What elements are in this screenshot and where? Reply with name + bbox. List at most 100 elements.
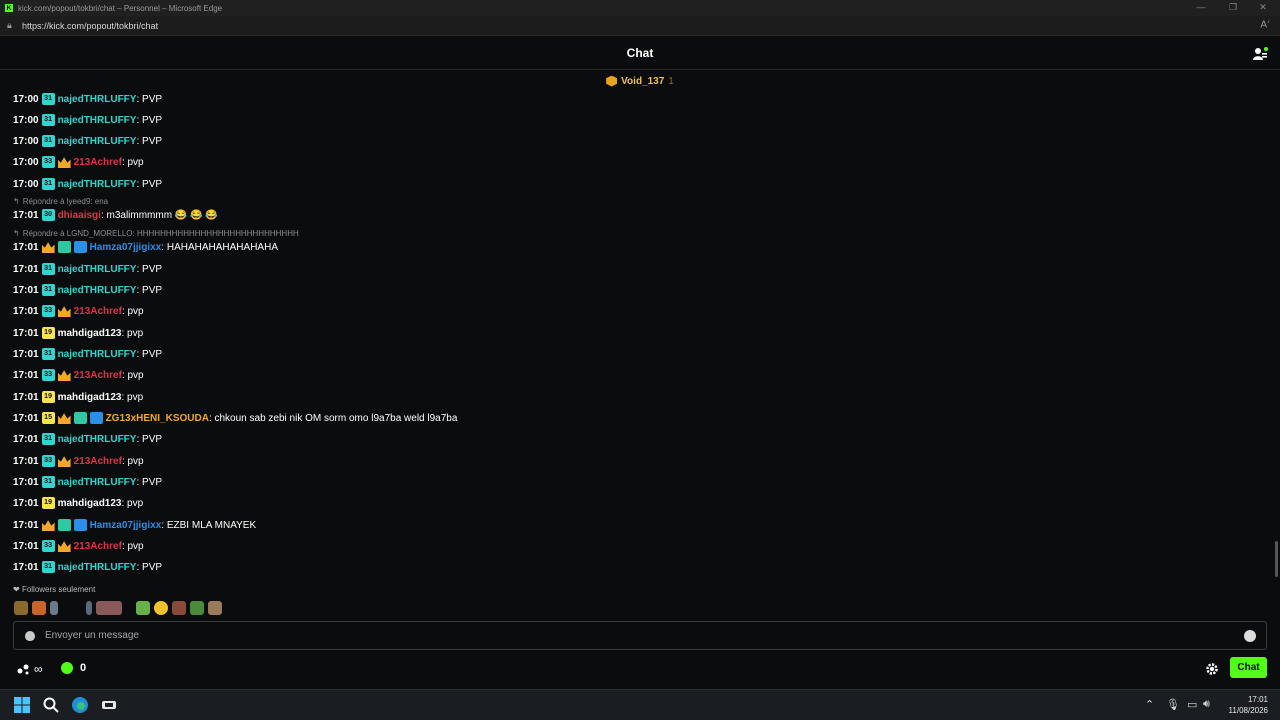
- emote-icon[interactable]: [32, 601, 46, 615]
- subscriber-badge-icon[interactable]: 31: [41, 284, 55, 296]
- network-icon[interactable]: ▭: [1187, 698, 1197, 711]
- crown-badge-icon[interactable]: [57, 541, 71, 552]
- crown-badge-icon[interactable]: [57, 157, 71, 168]
- emote-icon[interactable]: [172, 601, 186, 615]
- message-username[interactable]: Hamza07jjigixx: [90, 520, 162, 531]
- message-username[interactable]: mahdigad123: [58, 498, 122, 509]
- subscriber-badge-icon[interactable]: 31: [41, 348, 55, 360]
- message-username[interactable]: najedTHRLUFFY: [58, 434, 137, 445]
- subscriber-badge-icon[interactable]: 31: [41, 178, 55, 190]
- chat-messages[interactable]: 17:00 31 najedTHRLUFFY : PVP 17:00 31 na…: [0, 91, 1272, 579]
- message-username[interactable]: mahdigad123: [58, 392, 122, 403]
- subscriber-badge-icon[interactable]: 33: [41, 540, 55, 552]
- reply-reference[interactable]: ↰ Répondre à lyeed9: ena: [13, 197, 108, 206]
- url-text[interactable]: https://kick.com/popout/tokbri/chat: [22, 21, 158, 31]
- message-username[interactable]: Hamza07jjigixx: [90, 242, 162, 253]
- og-badge-icon[interactable]: [73, 412, 87, 424]
- message-username[interactable]: najedTHRLUFFY: [58, 285, 137, 296]
- address-bar[interactable]: 🔒︎ https://kick.com/popout/tokbri/chat A…: [0, 16, 1280, 36]
- message-username[interactable]: mahdigad123: [58, 328, 122, 339]
- subscriber-badge-icon[interactable]: 31: [41, 561, 55, 573]
- message-username[interactable]: najedTHRLUFFY: [58, 179, 137, 190]
- send-chat-button[interactable]: Chat: [1230, 657, 1267, 678]
- message-username[interactable]: najedTHRLUFFY: [58, 136, 137, 147]
- channel-points-infinity[interactable]: ∞: [17, 662, 43, 676]
- message-input[interactable]: [45, 630, 1244, 641]
- system-clock[interactable]: 17:01 11/08/2026: [1229, 694, 1268, 716]
- message-username[interactable]: najedTHRLUFFY: [58, 349, 137, 360]
- message-input-box[interactable]: [13, 621, 1267, 650]
- message-username[interactable]: najedTHRLUFFY: [58, 477, 137, 488]
- message-username[interactable]: najedTHRLUFFY: [58, 115, 137, 126]
- gear-icon[interactable]: [1205, 662, 1219, 676]
- top-gifter[interactable]: Void_137 1: [0, 71, 1280, 91]
- volume-icon[interactable]: 🔊︎: [1203, 698, 1210, 711]
- read-aloud-icon[interactable]: A♪: [1260, 19, 1270, 30]
- subscriber-badge-icon[interactable]: 31: [41, 263, 55, 275]
- message-text: : PVP: [136, 433, 163, 445]
- message-text: : HAHAHAHAHAHAHAHA: [161, 241, 278, 253]
- crown-badge-icon[interactable]: [41, 242, 55, 253]
- emote-icon[interactable]: [126, 601, 132, 615]
- shield-icon[interactable]: [25, 630, 35, 641]
- subscriber-badge-icon[interactable]: 31: [41, 433, 55, 445]
- close-icon[interactable]: ✕: [1248, 0, 1278, 16]
- message-username[interactable]: 213Achref: [74, 456, 122, 467]
- emoji-icon[interactable]: [1244, 629, 1256, 642]
- vip-badge-icon[interactable]: [89, 412, 103, 424]
- message-username[interactable]: dhiaaisgi: [58, 210, 101, 221]
- chevron-up-icon[interactable]: ⌃: [1145, 698, 1154, 711]
- emote-icon[interactable]: [154, 601, 168, 615]
- crown-badge-icon[interactable]: [57, 413, 71, 424]
- message-username[interactable]: najedTHRLUFFY: [58, 264, 137, 275]
- subscriber-badge-icon[interactable]: 33: [41, 305, 55, 317]
- subscriber-badge-icon[interactable]: 19: [41, 391, 55, 403]
- message-username[interactable]: ZG13xHENI_KSOUDA: [106, 413, 209, 424]
- crown-badge-icon[interactable]: [57, 370, 71, 381]
- subscriber-badge-icon[interactable]: 33: [41, 156, 55, 168]
- message-text: : chkoun sab zebi nik OM sorm omo l9a7ba…: [208, 412, 458, 424]
- windows-start-icon[interactable]: [13, 696, 31, 714]
- message-username[interactable]: 213Achref: [74, 370, 122, 381]
- message-username[interactable]: 213Achref: [74, 306, 122, 317]
- restore-icon[interactable]: ❐: [1218, 0, 1248, 16]
- subscriber-badge-icon[interactable]: 33: [41, 455, 55, 467]
- emote-icon[interactable]: [136, 601, 150, 615]
- subscriber-badge-icon[interactable]: 19: [41, 497, 55, 509]
- users-icon[interactable]: [1252, 46, 1268, 62]
- message-username[interactable]: najedTHRLUFFY: [58, 94, 137, 105]
- emote-icon[interactable]: [208, 601, 222, 615]
- kick-points[interactable]: 0: [61, 662, 86, 674]
- message-username[interactable]: 213Achref: [74, 157, 122, 168]
- chat-scrollbar[interactable]: [1275, 541, 1278, 577]
- subscriber-badge-icon[interactable]: 31: [41, 114, 55, 126]
- vip-badge-icon[interactable]: [73, 519, 87, 531]
- vip-badge-icon[interactable]: [73, 241, 87, 253]
- search-icon[interactable]: [42, 696, 60, 714]
- subscriber-badge-icon[interactable]: 19: [41, 327, 55, 339]
- emote-icon[interactable]: [96, 601, 122, 615]
- crown-badge-icon[interactable]: [57, 306, 71, 317]
- subscriber-badge-icon[interactable]: 33: [41, 369, 55, 381]
- microphone-icon[interactable]: 🎙︎: [1166, 698, 1180, 711]
- crown-badge-icon[interactable]: [57, 456, 71, 467]
- og-badge-icon[interactable]: [57, 241, 71, 253]
- minimize-icon[interactable]: —: [1186, 0, 1216, 16]
- og-badge-icon[interactable]: [57, 519, 71, 531]
- subscriber-badge-icon[interactable]: 31: [41, 135, 55, 147]
- emote-icon[interactable]: [14, 601, 28, 615]
- app-icon[interactable]: [100, 696, 118, 714]
- message-username[interactable]: 213Achref: [74, 541, 122, 552]
- subscriber-badge-icon[interactable]: 31: [41, 93, 55, 105]
- reply-reference[interactable]: ↰ Répondre à LGND_MORELLO: HHHHHHHHHHHHHH…: [13, 229, 299, 238]
- emote-icon[interactable]: [50, 601, 58, 615]
- emote-icon[interactable]: [190, 601, 204, 615]
- subscriber-badge-icon[interactable]: 31: [41, 476, 55, 488]
- emote-icon[interactable]: [86, 601, 92, 615]
- emote-icon[interactable]: [62, 601, 82, 615]
- message-username[interactable]: najedTHRLUFFY: [58, 562, 137, 573]
- crown-badge-icon[interactable]: [41, 520, 55, 531]
- edge-browser-icon[interactable]: [71, 696, 89, 714]
- subscriber-badge-icon[interactable]: 15: [41, 412, 55, 424]
- subscriber-badge-icon[interactable]: 30: [41, 209, 55, 221]
